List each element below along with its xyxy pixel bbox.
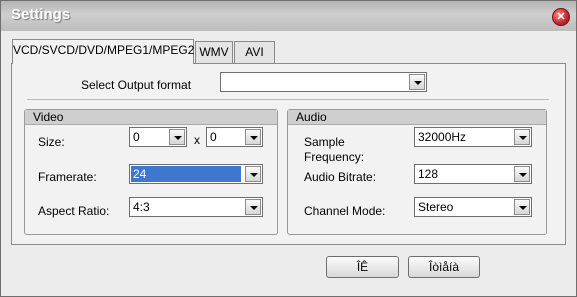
size-width-value: 0 — [133, 130, 140, 144]
framerate-select[interactable]: 24 — [129, 164, 263, 184]
close-button[interactable]: ✕ — [552, 8, 570, 26]
chevron-down-icon[interactable] — [514, 166, 530, 182]
cancel-button-label: Îòìåíà — [428, 260, 460, 274]
title-bar[interactable]: Settings ✕ — [1, 1, 576, 31]
tab-label: AVI — [245, 45, 264, 59]
audio-group-title: Audio — [296, 110, 327, 124]
size-width-select[interactable]: 0 — [129, 127, 187, 147]
channel-mode-label: Channel Mode: — [304, 204, 386, 218]
sample-frequency-label-2: Frequency: — [304, 150, 365, 164]
settings-window: Settings ✕ VCD/SVCD/DVD/MPEG1/MPEG2 WMV … — [0, 0, 577, 297]
tab-wmv[interactable]: WMV — [195, 41, 233, 63]
video-group-title: Video — [33, 110, 64, 124]
output-format-select[interactable] — [220, 72, 427, 92]
chevron-down-icon[interactable] — [514, 129, 530, 145]
aspect-ratio-label: Aspect Ratio: — [38, 204, 110, 218]
audio-bitrate-label: Audio Bitrate: — [304, 170, 377, 184]
sample-frequency-value: 32000Hz — [418, 130, 467, 144]
tab-mpeg[interactable]: VCD/SVCD/DVD/MPEG1/MPEG2 — [12, 39, 194, 64]
sample-frequency-label-1: Sample — [304, 135, 345, 149]
tab-avi[interactable]: AVI — [234, 41, 275, 63]
chevron-down-icon[interactable] — [245, 199, 261, 215]
chevron-down-icon[interactable] — [245, 166, 261, 182]
tab-label: VCD/SVCD/DVD/MPEG1/MPEG2 — [13, 43, 195, 57]
size-height-select[interactable]: 0 — [206, 127, 263, 147]
aspect-ratio-select[interactable]: 4:3 — [129, 197, 263, 217]
chevron-down-icon[interactable] — [245, 129, 261, 145]
cancel-button[interactable]: Îòìåíà — [408, 256, 480, 278]
divider — [27, 99, 549, 100]
ok-button-label: ÎÊ — [356, 260, 369, 274]
aspect-ratio-value: 4:3 — [133, 200, 150, 214]
size-separator: x — [194, 133, 200, 147]
chevron-down-icon[interactable] — [409, 74, 425, 90]
close-icon: ✕ — [556, 11, 566, 23]
output-format-label: Select Output format — [81, 78, 192, 92]
audio-bitrate-select[interactable]: 128 — [414, 164, 532, 184]
tab-label: WMV — [199, 45, 229, 59]
window-title: Settings — [11, 6, 71, 23]
size-height-value: 0 — [210, 130, 217, 144]
sample-frequency-select[interactable]: 32000Hz — [414, 127, 532, 147]
channel-mode-select[interactable]: Stereo — [414, 197, 532, 217]
framerate-label: Framerate: — [38, 170, 97, 184]
framerate-value: 24 — [131, 166, 241, 182]
audio-group-header: Audio — [288, 110, 546, 125]
chevron-down-icon[interactable] — [514, 199, 530, 215]
video-group-header: Video — [25, 110, 277, 125]
audio-bitrate-value: 128 — [418, 167, 439, 181]
channel-mode-value: Stereo — [418, 200, 454, 214]
ok-button[interactable]: ÎÊ — [326, 256, 399, 278]
size-label: Size: — [38, 135, 65, 149]
chevron-down-icon[interactable] — [169, 129, 185, 145]
